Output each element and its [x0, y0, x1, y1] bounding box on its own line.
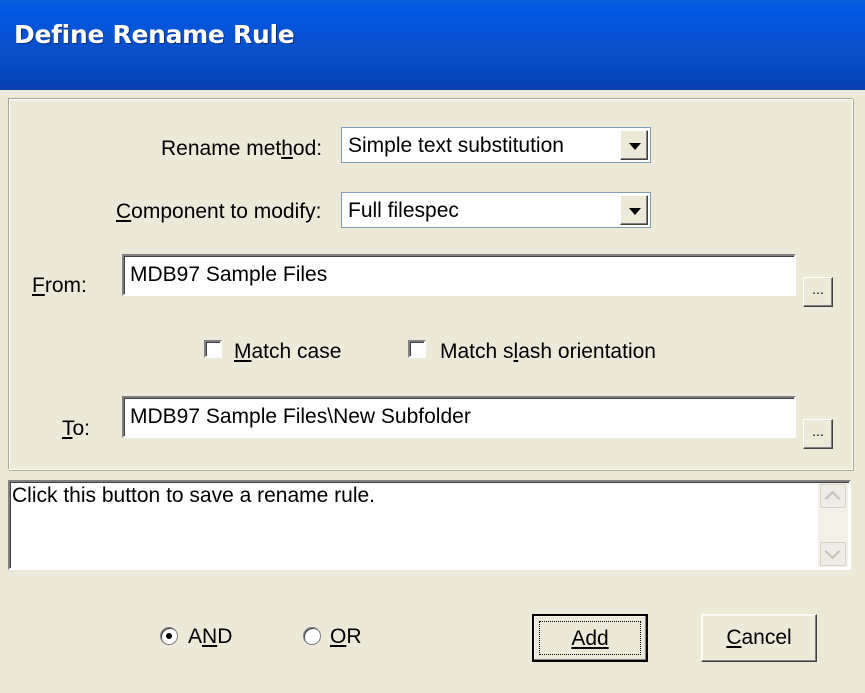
match-slash-label[interactable]: Match slash orientation — [440, 340, 656, 364]
help-text: Click this button to save a rename rule. — [12, 484, 376, 507]
to-value: MDB97 Sample Files\New Subfolder — [130, 405, 471, 428]
from-input[interactable]: MDB97 Sample Files — [122, 254, 796, 296]
component-dropdown[interactable]: Full filespec — [341, 192, 651, 228]
to-browse-button[interactable]: ... — [803, 419, 833, 449]
rename-method-dropdown[interactable]: Simple text substitution — [341, 127, 651, 163]
match-case-label[interactable]: Match case — [234, 340, 341, 364]
and-label[interactable]: AND — [188, 625, 232, 649]
window-title: Define Rename Rule — [14, 20, 295, 49]
from-value: MDB97 Sample Files — [130, 263, 328, 286]
component-label: Component to modify: — [116, 200, 322, 223]
from-label: From: — [32, 274, 87, 297]
match-case-checkbox[interactable] — [204, 340, 222, 358]
add-button[interactable]: Add — [532, 614, 648, 662]
to-input[interactable]: MDB97 Sample Files\New Subfolder — [122, 396, 796, 438]
title-bar[interactable]: Define Rename Rule — [0, 0, 865, 90]
dropdown-arrow-icon[interactable] — [620, 195, 648, 225]
add-button-label: Add — [571, 627, 609, 650]
match-slash-checkbox[interactable] — [408, 340, 426, 358]
scroll-down-icon[interactable] — [820, 542, 846, 566]
rename-method-value: Simple text substitution — [348, 134, 564, 157]
rule-settings-group: Rename method: Simple text substitution … — [8, 98, 853, 470]
help-text-box[interactable]: Click this button to save a rename rule. — [8, 480, 851, 570]
dialog-body: Rename method: Simple text substitution … — [0, 90, 865, 693]
and-radio[interactable] — [160, 627, 178, 645]
or-label[interactable]: OR — [330, 625, 362, 649]
or-radio[interactable] — [303, 627, 321, 645]
scroll-up-icon[interactable] — [820, 484, 846, 508]
from-browse-button[interactable]: ... — [803, 277, 833, 307]
cancel-button[interactable]: Cancel — [701, 614, 817, 662]
component-value: Full filespec — [348, 199, 459, 222]
dropdown-arrow-icon[interactable] — [620, 130, 648, 160]
to-label: To: — [62, 417, 91, 440]
help-scrollbar[interactable] — [818, 483, 848, 567]
cancel-button-label: Cancel — [726, 626, 792, 649]
rename-method-label: Rename method: — [161, 137, 323, 160]
